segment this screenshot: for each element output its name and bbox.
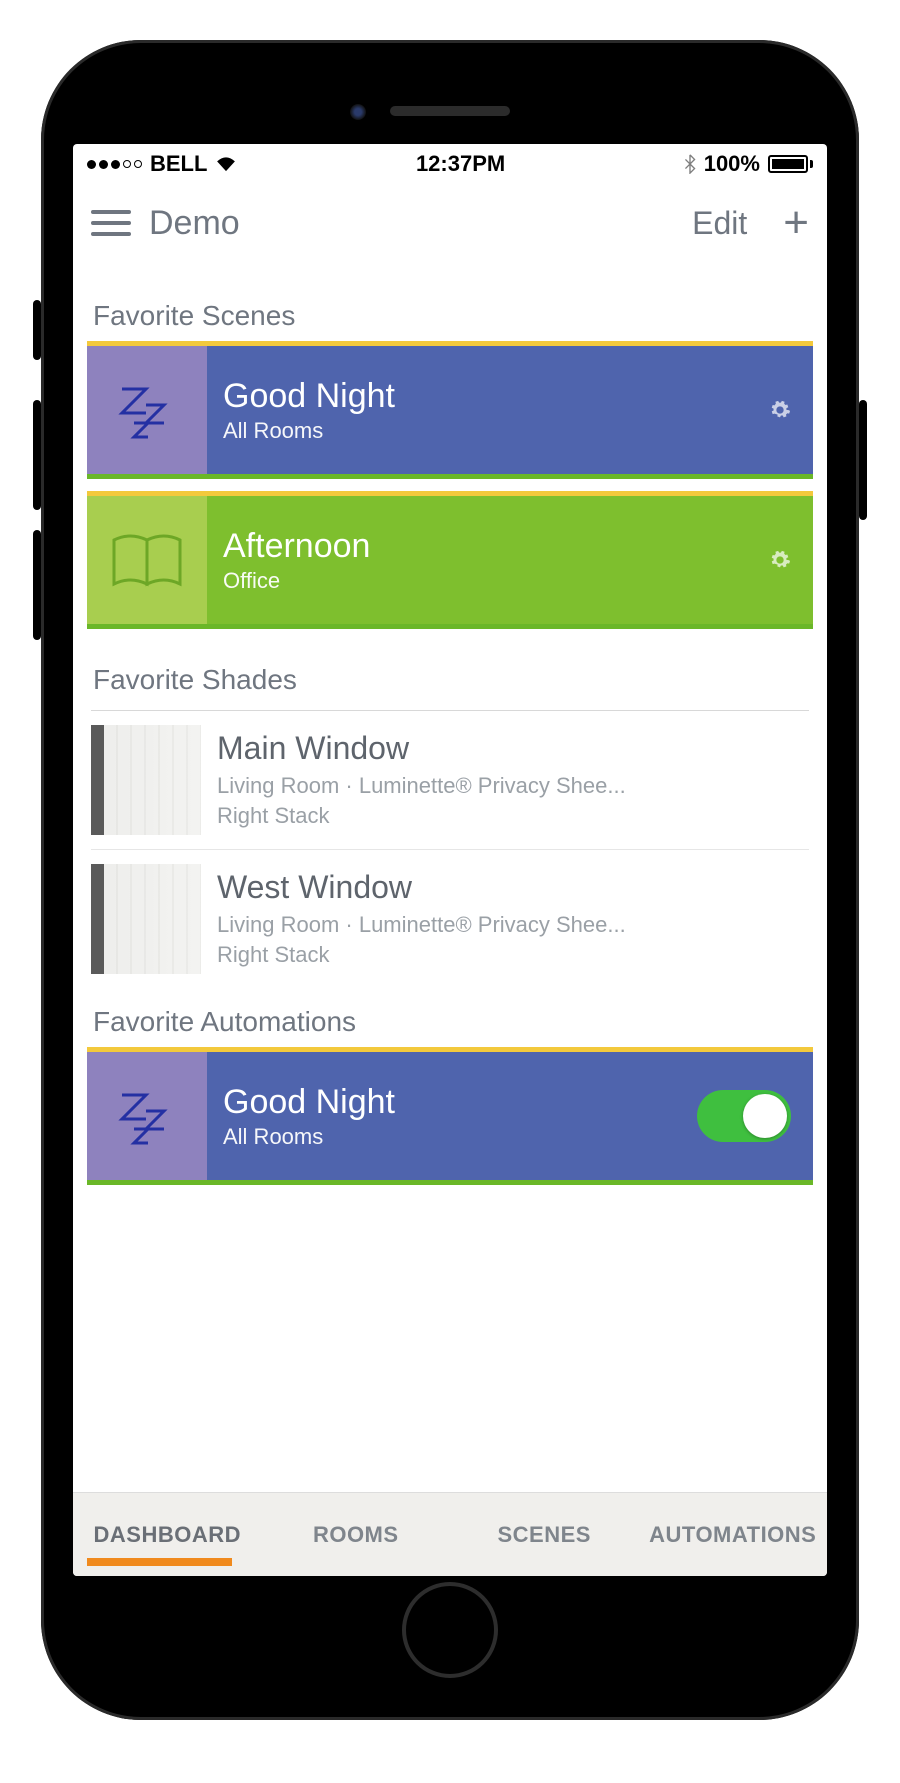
scene-title: Afternoon: [223, 527, 813, 566]
section-title-shades: Favorite Shades: [73, 646, 827, 710]
edit-button[interactable]: Edit: [692, 205, 747, 242]
tab-rooms[interactable]: ROOMS: [262, 1522, 451, 1548]
shade-detail-line2: Right Stack: [217, 940, 697, 970]
status-bar: BELL 12:37PM 100%: [73, 144, 827, 184]
carrier-label: BELL: [150, 151, 207, 177]
shade-row-west-window[interactable]: West Window Living Room · Luminette® Pri…: [91, 850, 809, 988]
scene-title: Good Night: [223, 377, 813, 416]
bluetooth-icon: [684, 154, 696, 174]
scene-subtitle: All Rooms: [223, 418, 813, 444]
content-scroll[interactable]: Favorite Scenes Good Night All Rooms: [73, 262, 827, 1492]
automation-card-good-night[interactable]: Good Night All Rooms: [87, 1052, 813, 1180]
add-button[interactable]: +: [783, 201, 809, 245]
mute-switch: [33, 300, 41, 360]
battery-pct-label: 100%: [704, 151, 760, 177]
screen: BELL 12:37PM 100%: [73, 144, 827, 1576]
shade-row-main-window[interactable]: Main Window Living Room · Luminette® Pri…: [91, 711, 809, 850]
tab-bar: DASHBOARD ROOMS SCENES AUTOMATIONS: [73, 1492, 827, 1576]
tab-automations[interactable]: AUTOMATIONS: [639, 1522, 828, 1548]
battery-icon: [768, 155, 813, 173]
page-title: Demo: [149, 204, 674, 243]
sleep-icon: [87, 1052, 207, 1180]
gear-icon[interactable]: [769, 399, 791, 421]
menu-button[interactable]: [91, 210, 131, 236]
shade-thumbnail: [91, 864, 201, 974]
volume-down-button: [33, 530, 41, 640]
tab-dashboard[interactable]: DASHBOARD: [73, 1522, 262, 1548]
tab-scenes[interactable]: SCENES: [450, 1522, 639, 1548]
speaker-grille: [390, 106, 510, 116]
clock-label: 12:37PM: [416, 151, 505, 177]
automation-toggle[interactable]: [697, 1090, 791, 1142]
shade-thumbnail: [91, 725, 201, 835]
scene-card-good-night[interactable]: Good Night All Rooms: [87, 346, 813, 474]
shade-title: West Window: [217, 869, 809, 906]
section-title-automations: Favorite Automations: [73, 988, 827, 1052]
shade-detail-line2: Right Stack: [217, 801, 697, 831]
scene-card-afternoon[interactable]: Afternoon Office: [87, 496, 813, 624]
wifi-icon: [215, 156, 237, 172]
volume-up-button: [33, 400, 41, 510]
book-icon: [87, 496, 207, 624]
phone-frame: BELL 12:37PM 100%: [41, 40, 859, 1720]
front-camera: [350, 104, 366, 120]
home-button[interactable]: [402, 1582, 498, 1678]
toggle-knob: [743, 1094, 787, 1138]
shade-detail-line1: Living Room · Luminette® Privacy Shee...: [217, 771, 697, 801]
nav-bar: Demo Edit +: [73, 184, 827, 262]
section-title-scenes: Favorite Scenes: [73, 282, 827, 346]
shade-detail-line1: Living Room · Luminette® Privacy Shee...: [217, 910, 697, 940]
gear-icon[interactable]: [769, 549, 791, 571]
sleep-icon: [87, 346, 207, 474]
power-button: [859, 400, 867, 520]
shade-list: Main Window Living Room · Luminette® Pri…: [91, 710, 809, 988]
shade-title: Main Window: [217, 730, 809, 767]
scene-subtitle: Office: [223, 568, 813, 594]
signal-strength-icon: [87, 160, 142, 169]
